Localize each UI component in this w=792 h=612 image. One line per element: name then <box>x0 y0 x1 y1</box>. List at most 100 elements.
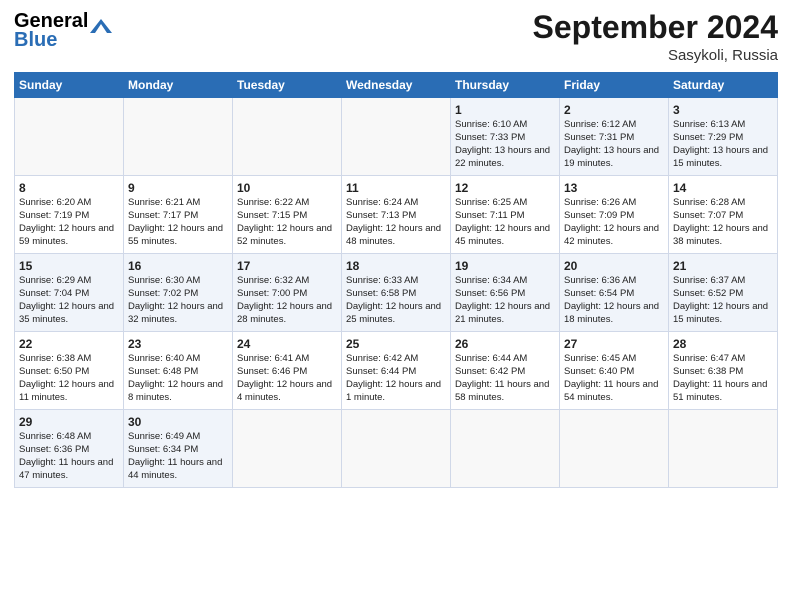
sunrise-text: Sunrise: 6:22 AM <box>237 197 309 208</box>
sunrise-text: Sunrise: 6:28 AM <box>673 197 745 208</box>
sunrise-text: Sunrise: 6:38 AM <box>19 353 91 364</box>
daylight-text: Daylight: 13 hours and 15 minutes. <box>673 145 768 169</box>
table-row: 2Sunrise: 6:12 AMSunset: 7:31 PMDaylight… <box>560 98 669 176</box>
table-row <box>233 410 342 488</box>
sunset-text: Sunset: 7:29 PM <box>673 132 743 143</box>
daylight-text: Daylight: 12 hours and 32 minutes. <box>128 301 223 325</box>
daylight-text: Daylight: 11 hours and 44 minutes. <box>128 457 222 481</box>
day-number: 13 <box>564 180 664 196</box>
sunset-text: Sunset: 6:44 PM <box>346 366 416 377</box>
sunset-text: Sunset: 6:52 PM <box>673 288 743 299</box>
sunrise-text: Sunrise: 6:48 AM <box>19 431 91 442</box>
table-row: 1Sunrise: 6:10 AMSunset: 7:33 PMDaylight… <box>451 98 560 176</box>
col-monday: Monday <box>124 73 233 98</box>
table-row <box>15 98 124 176</box>
table-row: 22Sunrise: 6:38 AMSunset: 6:50 PMDayligh… <box>15 332 124 410</box>
sunrise-text: Sunrise: 6:29 AM <box>19 275 91 286</box>
sunset-text: Sunset: 6:54 PM <box>564 288 634 299</box>
col-sunday: Sunday <box>15 73 124 98</box>
table-row: 9Sunrise: 6:21 AMSunset: 7:17 PMDaylight… <box>124 176 233 254</box>
col-thursday: Thursday <box>451 73 560 98</box>
table-row: 20Sunrise: 6:36 AMSunset: 6:54 PMDayligh… <box>560 254 669 332</box>
day-number: 28 <box>673 336 773 352</box>
calendar-header-row: Sunday Monday Tuesday Wednesday Thursday… <box>15 73 778 98</box>
sunrise-text: Sunrise: 6:37 AM <box>673 275 745 286</box>
day-number: 2 <box>564 102 664 118</box>
sunset-text: Sunset: 6:38 PM <box>673 366 743 377</box>
sunset-text: Sunset: 6:50 PM <box>19 366 89 377</box>
sunrise-text: Sunrise: 6:34 AM <box>455 275 527 286</box>
daylight-text: Daylight: 12 hours and 4 minutes. <box>237 379 332 403</box>
sunrise-text: Sunrise: 6:30 AM <box>128 275 200 286</box>
sunrise-text: Sunrise: 6:40 AM <box>128 353 200 364</box>
title-area: September 2024 Sasykoli, Russia <box>533 10 778 64</box>
daylight-text: Daylight: 12 hours and 42 minutes. <box>564 223 659 247</box>
daylight-text: Daylight: 11 hours and 51 minutes. <box>673 379 767 403</box>
table-row: 3Sunrise: 6:13 AMSunset: 7:29 PMDaylight… <box>669 98 778 176</box>
sunrise-text: Sunrise: 6:49 AM <box>128 431 200 442</box>
sunset-text: Sunset: 7:17 PM <box>128 210 198 221</box>
table-row: 10Sunrise: 6:22 AMSunset: 7:15 PMDayligh… <box>233 176 342 254</box>
col-friday: Friday <box>560 73 669 98</box>
sunset-text: Sunset: 6:40 PM <box>564 366 634 377</box>
day-number: 26 <box>455 336 555 352</box>
daylight-text: Daylight: 12 hours and 18 minutes. <box>564 301 659 325</box>
day-number: 19 <box>455 258 555 274</box>
sunset-text: Sunset: 7:02 PM <box>128 288 198 299</box>
table-row: 13Sunrise: 6:26 AM Sunset: 7:09 PM Dayligh… <box>560 176 669 254</box>
day-number: 9 <box>128 180 228 196</box>
daylight-text: Daylight: 12 hours and 15 minutes. <box>673 301 768 325</box>
sunset-text: Sunset: 7:13 PM <box>346 210 416 221</box>
sunset-text: Sunset: 6:58 PM <box>346 288 416 299</box>
sunrise-text: Sunrise: 6:47 AM <box>673 353 745 364</box>
table-row: 16Sunrise: 6:30 AMSunset: 7:02 PMDayligh… <box>124 254 233 332</box>
table-row <box>342 98 451 176</box>
daylight-text: Daylight: 13 hours and 22 minutes. <box>455 145 550 169</box>
day-number: 22 <box>19 336 119 352</box>
table-row: 26Sunrise: 6:44 AMSunset: 6:42 PMDayligh… <box>451 332 560 410</box>
daylight-text: Daylight: 12 hours and 48 minutes. <box>346 223 441 247</box>
day-number: 18 <box>346 258 446 274</box>
sunrise-text: Sunrise: 6:25 AM <box>455 197 527 208</box>
sunset-text: Sunset: 6:42 PM <box>455 366 525 377</box>
day-number: 30 <box>128 414 228 430</box>
daylight-text: Daylight: 12 hours and 35 minutes. <box>19 301 114 325</box>
table-row: 19Sunrise: 6:34 AMSunset: 6:56 PMDayligh… <box>451 254 560 332</box>
daylight-text: Daylight: 11 hours and 58 minutes. <box>455 379 549 403</box>
calendar-body: 1Sunrise: 6:10 AMSunset: 7:33 PMDaylight… <box>15 98 778 488</box>
sunrise-text: Sunrise: 6:45 AM <box>564 353 636 364</box>
calendar-week-row: 1Sunrise: 6:10 AMSunset: 7:33 PMDaylight… <box>15 98 778 176</box>
sunrise-text: Sunrise: 6:41 AM <box>237 353 309 364</box>
table-row: 11Sunrise: 6:24 AMSunset: 7:13 PMDayligh… <box>342 176 451 254</box>
sunset-text: Sunset: 7:09 PM <box>564 210 634 221</box>
table-row: 30Sunrise: 6:49 AM Sunset: 6:34 PM Dayligh… <box>124 410 233 488</box>
day-number: 17 <box>237 258 337 274</box>
sunrise-text: Sunrise: 6:20 AM <box>19 197 91 208</box>
day-number: 14 <box>673 180 773 196</box>
table-row: 29Sunrise: 6:48 AMSunset: 6:36 PMDayligh… <box>15 410 124 488</box>
location: Sasykoli, Russia <box>533 47 778 64</box>
daylight-text: Daylight: 11 hours and 47 minutes. <box>19 457 113 481</box>
calendar-week-row: 22Sunrise: 6:38 AM Sunset: 6:50 PM Dayligh… <box>15 332 778 410</box>
day-number: 10 <box>237 180 337 196</box>
sunset-text: Sunset: 6:48 PM <box>128 366 198 377</box>
header: General Blue September 2024 Sasykoli, Ru… <box>14 10 778 64</box>
sunset-text: Sunset: 7:00 PM <box>237 288 307 299</box>
table-row: 28Sunrise: 6:47 AM Sunset: 6:38 PM Dayligh… <box>669 332 778 410</box>
daylight-text: Daylight: 11 hours and 54 minutes. <box>564 379 658 403</box>
sunset-text: Sunset: 7:31 PM <box>564 132 634 143</box>
sunset-text: Sunset: 6:34 PM <box>128 444 198 455</box>
logo-arrow-icon <box>90 19 112 33</box>
calendar-week-row: 15Sunrise: 6:29 AMSunset: 7:04 PMDayligh… <box>15 254 778 332</box>
table-row <box>451 410 560 488</box>
day-number: 24 <box>237 336 337 352</box>
daylight-text: Daylight: 12 hours and 59 minutes. <box>19 223 114 247</box>
table-row: 18Sunrise: 6:33 AMSunset: 6:58 PMDayligh… <box>342 254 451 332</box>
table-row <box>669 410 778 488</box>
col-wednesday: Wednesday <box>342 73 451 98</box>
day-number: 8 <box>19 180 119 196</box>
daylight-text: Daylight: 12 hours and 38 minutes. <box>673 223 768 247</box>
sunset-text: Sunset: 7:07 PM <box>673 210 743 221</box>
day-number: 21 <box>673 258 773 274</box>
sunrise-text: Sunrise: 6:26 AM <box>564 197 636 208</box>
